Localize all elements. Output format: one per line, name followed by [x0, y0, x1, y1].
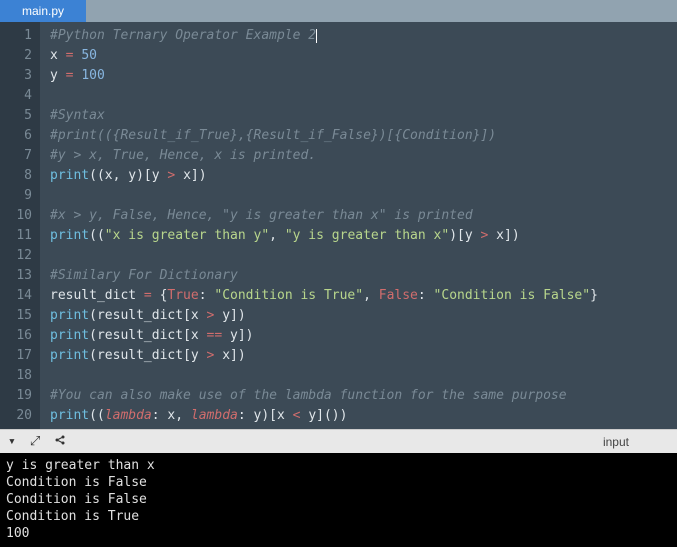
code-line[interactable]	[50, 86, 677, 106]
line-number: 11	[0, 226, 32, 246]
line-number: 2	[0, 46, 32, 66]
code-line[interactable]	[50, 366, 677, 386]
code-line[interactable]: print(result_dict[y > x])	[50, 346, 677, 366]
code-line[interactable]: #Syntax	[50, 106, 677, 126]
code-line[interactable]: print(("x is greater than y", "y is grea…	[50, 226, 677, 246]
console-toolbar: ▾ ⤢ input	[0, 429, 677, 453]
share-icon[interactable]	[54, 434, 66, 449]
line-number: 9	[0, 186, 32, 206]
line-number: 18	[0, 366, 32, 386]
line-number: 20	[0, 406, 32, 426]
tab-label: main.py	[22, 4, 64, 18]
code-line[interactable]: result_dict = {True: "Condition is True"…	[50, 286, 677, 306]
line-number: 10	[0, 206, 32, 226]
code-line[interactable]: #Python Ternary Operator Example 2	[50, 26, 677, 46]
code-line[interactable]: print(result_dict[x > y])	[50, 306, 677, 326]
line-number: 8	[0, 166, 32, 186]
text-cursor	[316, 29, 317, 43]
line-number: 3	[0, 66, 32, 86]
line-number: 19	[0, 386, 32, 406]
line-number: 16	[0, 326, 32, 346]
code-line[interactable]	[50, 186, 677, 206]
line-number: 12	[0, 246, 32, 266]
console-output: y is greater than x Condition is False C…	[0, 453, 677, 547]
code-line[interactable]: #y > x, True, Hence, x is printed.	[50, 146, 677, 166]
editor: 1234567891011121314151617181920 #Python …	[0, 22, 677, 429]
code-line[interactable]: print((x, y)[y > x])	[50, 166, 677, 186]
line-number: 15	[0, 306, 32, 326]
line-number: 5	[0, 106, 32, 126]
expand-icon[interactable]: ⤢	[30, 435, 40, 448]
code-line[interactable]: #x > y, False, Hence, "y is greater than…	[50, 206, 677, 226]
line-number: 13	[0, 266, 32, 286]
line-number: 1	[0, 26, 32, 46]
line-gutter: 1234567891011121314151617181920	[0, 22, 40, 429]
line-number: 6	[0, 126, 32, 146]
code-line[interactable]: x = 50	[50, 46, 677, 66]
code-line[interactable]: #Similary For Dictionary	[50, 266, 677, 286]
code-area[interactable]: #Python Ternary Operator Example 2x = 50…	[40, 22, 677, 429]
code-line[interactable]: y = 100	[50, 66, 677, 86]
tab-bar: main.py	[0, 0, 677, 22]
code-line[interactable]	[50, 246, 677, 266]
tab-main-py[interactable]: main.py	[0, 0, 86, 22]
caret-down-icon[interactable]: ▾	[8, 435, 16, 448]
code-line[interactable]: #You can also make use of the lambda fun…	[50, 386, 677, 406]
line-number: 14	[0, 286, 32, 306]
code-line[interactable]: #print(({Result_if_True},{Result_if_Fals…	[50, 126, 677, 146]
code-line[interactable]: print((lambda: x, lambda: y)[x < y]())	[50, 406, 677, 426]
line-number: 7	[0, 146, 32, 166]
line-number: 4	[0, 86, 32, 106]
input-label: input	[603, 435, 629, 449]
line-number: 17	[0, 346, 32, 366]
code-line[interactable]: print(result_dict[x == y])	[50, 326, 677, 346]
